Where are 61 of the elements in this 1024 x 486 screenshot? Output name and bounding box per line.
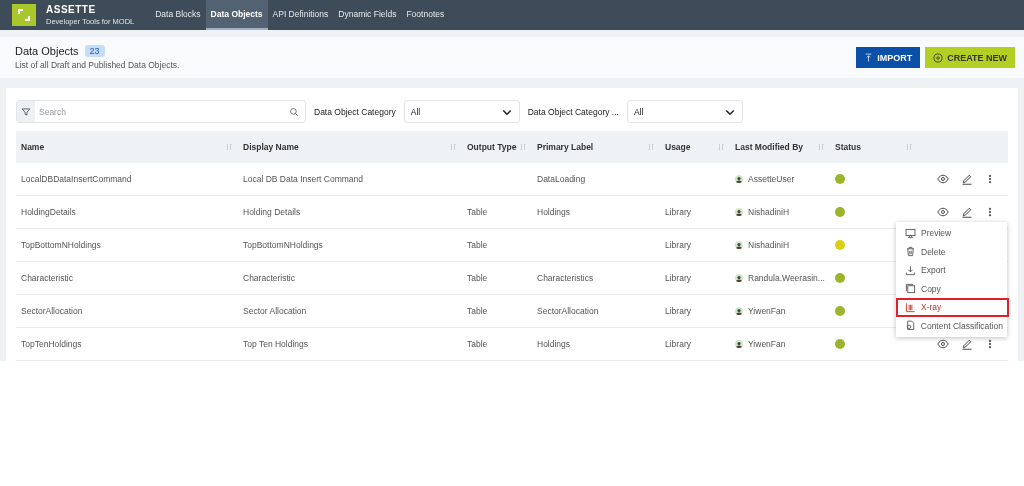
filter-label: Data Object Category	[314, 106, 396, 117]
column-header[interactable]: Name	[21, 142, 45, 152]
table-cell: Characteristic	[21, 273, 73, 283]
create-new-button[interactable]: CREATE NEW	[925, 47, 1015, 68]
table-cell: TopBottomNHoldings	[243, 240, 323, 250]
table-cell: DataLoading	[537, 174, 586, 184]
table-cell: SectorAllocation	[21, 306, 83, 316]
table-cell: Holdings	[537, 339, 571, 349]
table-cell: Table	[467, 207, 488, 217]
nav-tab[interactable]: Data Blocks	[150, 0, 206, 30]
filter-label: Data Object Category ...	[527, 106, 619, 117]
category-dropdown[interactable]: All	[626, 100, 743, 123]
table-cell: NishadiniH	[748, 240, 790, 250]
column-header[interactable]: Usage	[665, 142, 691, 152]
table-cell: LocalDBDataInsertCommand	[21, 174, 132, 184]
menu-item[interactable]: Preview	[896, 224, 1009, 243]
nav-tab[interactable]: Dynamic Fields	[333, 0, 402, 30]
category-dropdown[interactable]: All	[403, 100, 520, 123]
search-box[interactable]: Search	[16, 100, 306, 123]
nav-tab[interactable]: API Definitions	[267, 0, 334, 30]
page-description: List of all Draft and Published Data Objects.	[15, 60, 181, 70]
table-cell: Characteristic	[243, 273, 295, 283]
menu-item[interactable]: Copy	[896, 279, 1009, 298]
table-cell: SectorAllocation	[537, 306, 599, 316]
count-badge: 23	[84, 45, 105, 57]
table-cell: Holding Details	[243, 207, 301, 217]
column-header[interactable]: Primary Label	[537, 142, 594, 152]
nav-tab[interactable]: Footnotes	[401, 0, 450, 30]
app-name: ASSETTE	[46, 4, 97, 15]
table-cell: YiwenFan	[748, 306, 786, 316]
table-cell: Sector Allocation	[243, 306, 307, 316]
table-cell: Table	[467, 240, 488, 250]
table-cell: Holdings	[537, 207, 571, 217]
table-cell: Randula.Weerasin...	[748, 273, 825, 283]
menu-item[interactable]: Delete	[896, 242, 1009, 261]
table-cell: YiwenFan	[748, 339, 786, 349]
table-cell: HoldingDetails	[21, 207, 76, 217]
table-cell: Table	[467, 306, 488, 316]
table-cell: Library	[665, 273, 691, 283]
table-cell: Library	[665, 240, 691, 250]
table-cell: Library	[665, 306, 691, 316]
menu-item[interactable]: Content Classification	[896, 316, 1009, 335]
table-cell: Table	[467, 339, 488, 349]
menu-item[interactable]: Export	[896, 261, 1009, 280]
table-cell: TopBottomNHoldings	[21, 240, 101, 250]
table-cell: Table	[467, 273, 488, 283]
import-button[interactable]: IMPORT	[856, 47, 921, 68]
column-header[interactable]: Display Name	[243, 142, 299, 152]
table-cell: Library	[665, 339, 691, 349]
menu-item[interactable]: X-ray	[896, 298, 1009, 317]
table-cell: Top Ten Holdings	[243, 339, 309, 349]
table-cell: AssetteUser	[748, 174, 795, 184]
table-cell: NishadiniH	[748, 207, 790, 217]
table-cell: Local DB Data Insert Command	[243, 174, 363, 184]
table-cell: Library	[665, 207, 691, 217]
nav-tab[interactable]: Data Objects	[205, 0, 268, 30]
table-cell: TopTenHoldings	[21, 339, 82, 349]
search-field[interactable]: Search	[35, 105, 289, 118]
column-header[interactable]: Status	[835, 142, 861, 152]
table-cell: Characteristics	[537, 273, 594, 283]
page-title: Data Objects	[15, 45, 79, 57]
